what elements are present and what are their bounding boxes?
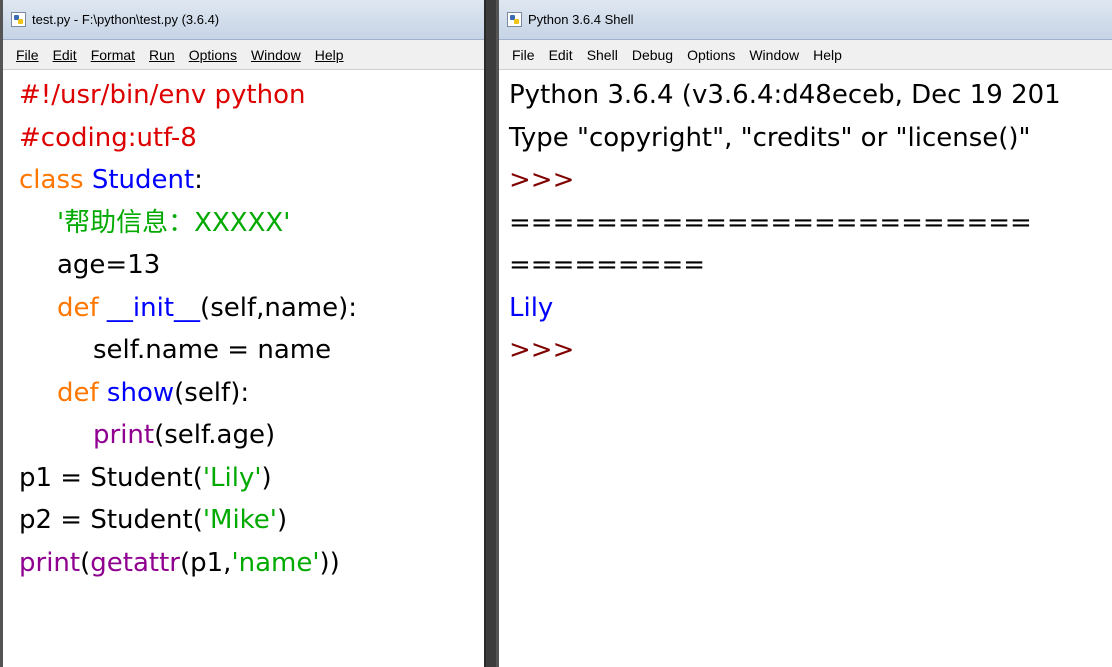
code-token: __init__ xyxy=(106,292,201,323)
code-line: p1 = Student('Lily') xyxy=(3,457,484,500)
shell-menu-options[interactable]: Options xyxy=(680,47,742,63)
shell-menu-debug[interactable]: Debug xyxy=(625,47,680,63)
shell-line: Python 3.6.4 (v3.6.4:d48eceb, Dec 19 201 xyxy=(499,74,1112,117)
code-token: : xyxy=(194,165,203,195)
code-token: p1 = Student( xyxy=(19,462,203,493)
shell-line: ======================== xyxy=(499,202,1112,245)
code-token: ) xyxy=(261,462,272,493)
shell-window: Python 3.6.4 Shell File Edit Shell Debug Opt… xyxy=(496,0,1112,667)
code-token: ( xyxy=(80,547,91,578)
code-line: print(getattr(p1,'name')) xyxy=(3,542,484,585)
shell-line: Lily xyxy=(499,287,1112,330)
shell-text: Python 3.6.4 (v3.6.4:d48eceb, Dec 19 201 xyxy=(509,80,1061,110)
shell-line: >>> xyxy=(499,329,1112,372)
code-token: #!/usr/bin/env python xyxy=(19,80,306,110)
shell-text: Type "copyright", "credits" or "license(… xyxy=(509,122,1031,153)
shell-menu-file[interactable]: File xyxy=(505,47,542,63)
shell-line: ========= xyxy=(499,244,1112,287)
code-line: #coding:utf-8 xyxy=(3,117,484,160)
code-token: show xyxy=(106,377,175,408)
shell-output-area[interactable]: Python 3.6.4 (v3.6.4:d48eceb, Dec 19 201… xyxy=(499,70,1112,372)
editor-menu-options[interactable]: Options xyxy=(182,47,244,63)
shell-title-bar[interactable]: Python 3.6.4 Shell xyxy=(499,0,1112,40)
code-token: def xyxy=(57,292,99,323)
code-token: Student xyxy=(91,165,195,195)
code-line: #!/usr/bin/env python xyxy=(3,74,484,117)
editor-menu-bar: File Edit Format Run Options Window Help xyxy=(3,40,484,70)
shell-menu-help[interactable]: Help xyxy=(806,47,849,63)
code-line: print(self.age) xyxy=(3,414,484,457)
code-token: 'Lily' xyxy=(202,462,262,493)
shell-prompt: >>> xyxy=(509,335,575,365)
code-token: p2 = Student( xyxy=(19,505,203,535)
shell-text: ======================== xyxy=(509,207,1032,238)
shell-text: ========= xyxy=(509,250,706,280)
editor-title: test.py - F:\python\test.py (3.6.4) xyxy=(32,12,220,27)
editor-menu-window[interactable]: Window xyxy=(244,47,308,63)
editor-window: test.py - F:\python\test.py (3.6.4) File… xyxy=(0,0,486,667)
code-token: getattr xyxy=(90,547,180,578)
shell-menu-window[interactable]: Window xyxy=(742,47,806,63)
code-token: def xyxy=(57,377,99,408)
shell-prompt: >>> xyxy=(509,165,575,195)
editor-menu-format[interactable]: Format xyxy=(84,47,142,63)
shell-line: >>> xyxy=(499,159,1112,202)
code-token: #coding:utf-8 xyxy=(19,122,197,153)
code-token: (self.age) xyxy=(154,420,276,450)
code-token: (self,name): xyxy=(200,292,358,323)
code-token: )) xyxy=(319,547,340,578)
code-token: 'name' xyxy=(231,547,320,578)
editor-menu-help[interactable]: Help xyxy=(308,47,351,63)
code-token: '帮助信息：XXXXX' xyxy=(57,207,291,238)
python-idle-icon xyxy=(507,12,522,27)
code-token: print xyxy=(93,420,155,450)
shell-line: Type "copyright", "credits" or "license(… xyxy=(499,117,1112,160)
code-token: (self): xyxy=(174,377,250,408)
code-token: self.name = name xyxy=(93,335,332,365)
editor-title-bar[interactable]: test.py - F:\python\test.py (3.6.4) xyxy=(3,0,484,40)
editor-menu-edit[interactable]: Edit xyxy=(46,47,84,63)
code-token: print xyxy=(19,547,81,578)
editor-menu-run[interactable]: Run xyxy=(142,47,182,63)
code-line: class Student: xyxy=(3,159,484,202)
code-token: age=13 xyxy=(57,250,161,280)
code-token: class xyxy=(19,165,84,195)
shell-title: Python 3.6.4 Shell xyxy=(528,12,634,27)
shell-menu-edit[interactable]: Edit xyxy=(542,47,580,63)
shell-menu-bar: File Edit Shell Debug Options Window Help xyxy=(499,40,1112,70)
shell-menu-shell[interactable]: Shell xyxy=(580,47,625,63)
code-line: def __init__(self,name): xyxy=(3,287,484,330)
code-line: self.name = name xyxy=(3,329,484,372)
code-line: age=13 xyxy=(3,244,484,287)
code-token: ) xyxy=(276,505,288,535)
code-token: (p1, xyxy=(179,547,232,578)
code-line: p2 = Student('Mike') xyxy=(3,499,484,542)
editor-menu-file[interactable]: File xyxy=(9,47,46,63)
code-token: 'Mike' xyxy=(202,505,277,535)
python-idle-icon xyxy=(11,12,26,27)
code-line: def show(self): xyxy=(3,372,484,415)
editor-code-area[interactable]: #!/usr/bin/env python #coding:utf-8 class … xyxy=(3,70,484,584)
shell-text: Lily xyxy=(509,292,554,323)
code-line: '帮助信息：XXXXX' xyxy=(3,202,484,245)
